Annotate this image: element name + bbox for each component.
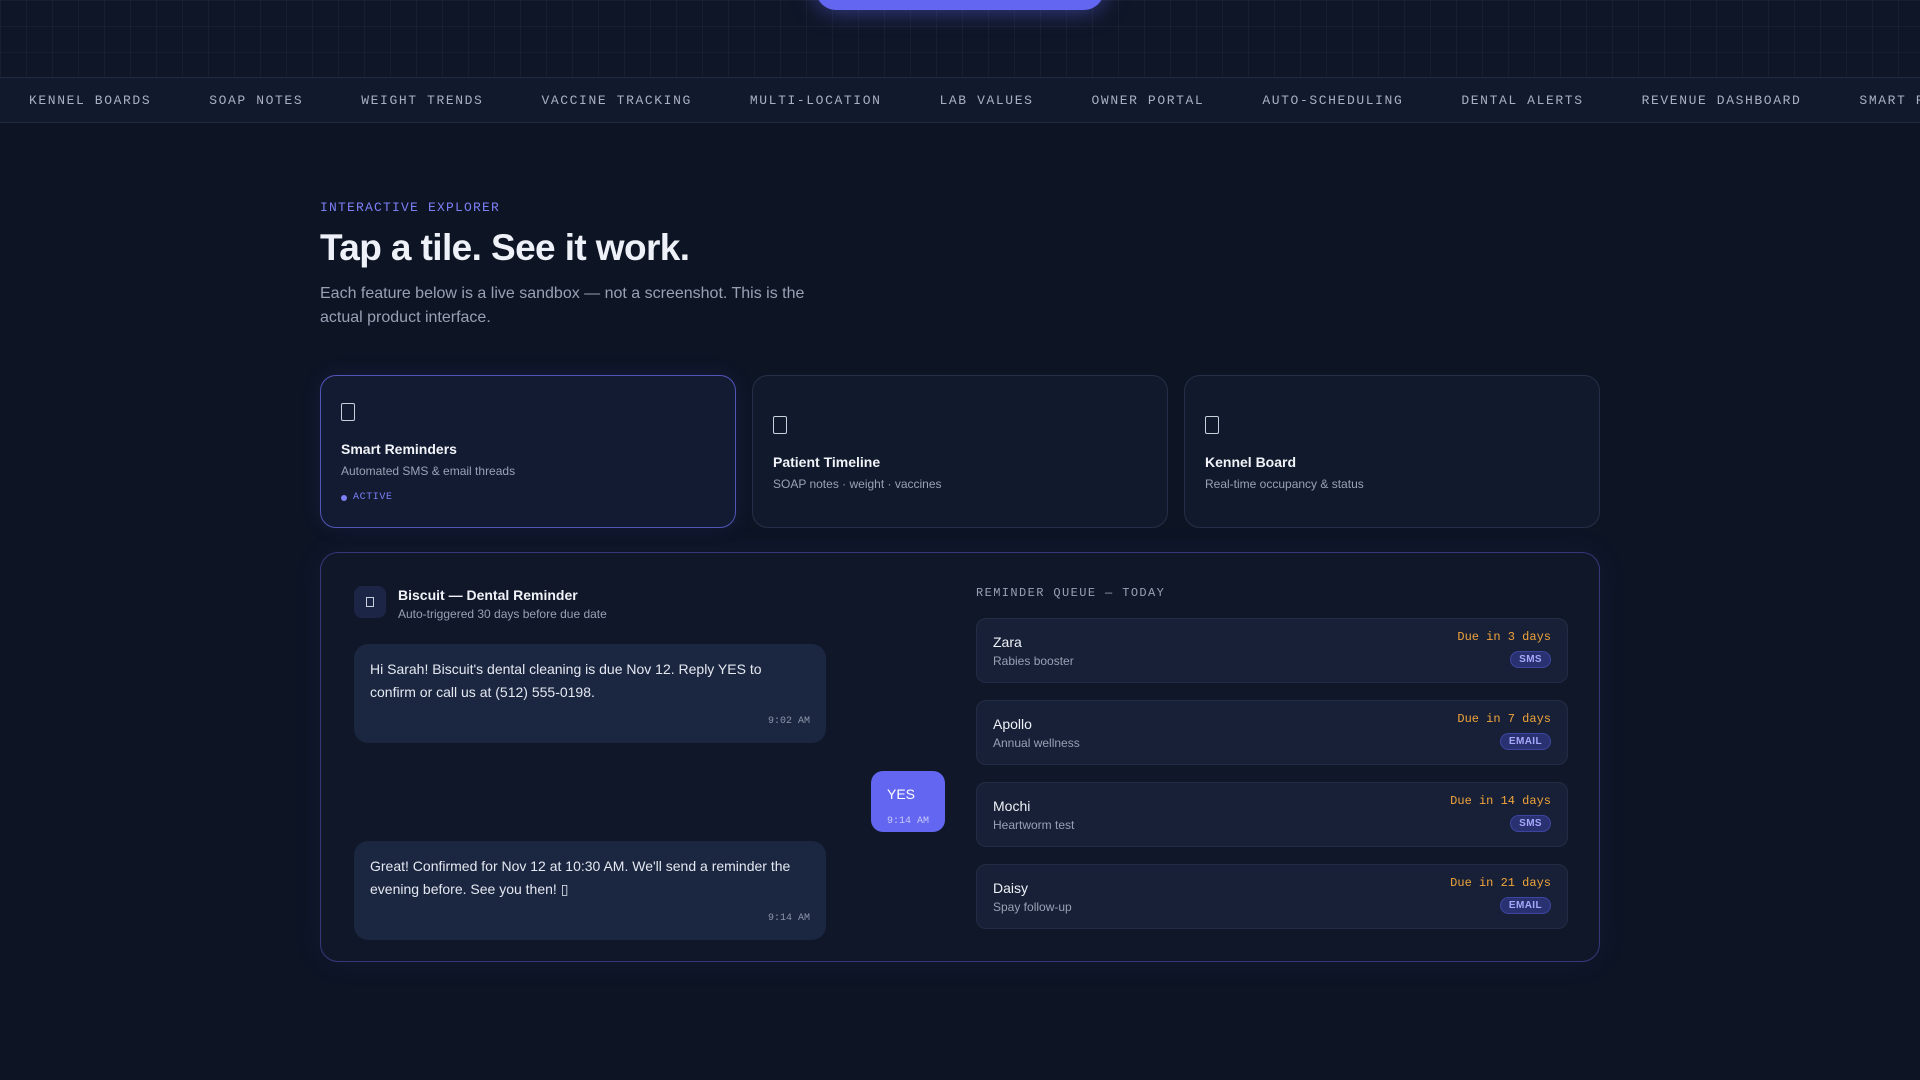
page-subtitle: Each feature below is a live sandbox — n… [320, 285, 805, 326]
message-bubble-owner: YES 9:14 AM [871, 771, 945, 832]
ticker-item: MULTI-LOCATION [749, 92, 882, 108]
tile-description: SOAP notes · weight · vaccines [773, 477, 942, 491]
ticker-item: DENTAL ALERTS [1461, 92, 1584, 108]
message-text: Hi Sarah! Biscuit's dental cleaning is d… [370, 661, 762, 700]
top-cta-button[interactable] [816, 0, 1104, 10]
due-label: Due in 21 days [1450, 876, 1551, 890]
tooth-icon [366, 597, 374, 607]
feature-tiles: Smart Reminders Automated SMS & email th… [320, 375, 1600, 528]
thread-subtitle: Auto-triggered 30 days before due date [398, 607, 607, 621]
due-label: Due in 14 days [1450, 794, 1551, 808]
list-item[interactable]: Daisy Spay follow-up Due in 21 days EMAI… [976, 864, 1568, 929]
reminder-queue: REMINDER QUEUE — TODAY Zara Rabies boost… [976, 586, 1568, 929]
list-item[interactable]: Mochi Heartworm test Due in 14 days SMS [976, 782, 1568, 847]
tile-description: Automated SMS & email threads [341, 464, 516, 478]
message-time: 9:14 AM [767, 913, 810, 924]
tile-kennel-board[interactable]: Kennel Board Real-time occupancy & statu… [1184, 375, 1600, 528]
ticker-item: AUTO-SCHEDULING [1262, 92, 1404, 108]
ticker-item: KENNEL BOARDS [29, 92, 152, 108]
message-thread: Biscuit — Dental Reminder Auto-triggered… [354, 586, 946, 940]
queue-title: REMINDER QUEUE — TODAY [976, 586, 1166, 600]
ticker-item: VACCINE TRACKING [541, 92, 692, 108]
tile-title: Patient Timeline [773, 454, 881, 470]
ticker-item: WEIGHT TRENDS [361, 92, 484, 108]
explorer-header: INTERACTIVE EXPLORER Tap a tile. See it … [320, 200, 1600, 330]
tile-smart-reminders[interactable]: Smart Reminders Automated SMS & email th… [320, 375, 736, 528]
message-time: 9:02 AM [767, 716, 810, 727]
sandbox-panel: Biscuit — Dental Reminder Auto-triggered… [320, 552, 1600, 962]
reminder-type: Annual wellness [993, 736, 1080, 750]
message-bubble-clinic: Hi Sarah! Biscuit's dental cleaning is d… [354, 644, 826, 743]
channel-badge: SMS [1510, 815, 1551, 832]
thread-title: Biscuit — Dental Reminder [398, 587, 578, 603]
channel-badge: EMAIL [1499, 733, 1551, 750]
ticker-item: SMART REMINDERS [1859, 92, 1920, 108]
clipboard-icon [773, 416, 787, 434]
avatar [354, 586, 386, 618]
reminder-type: Spay follow-up [993, 900, 1072, 914]
section-eyebrow: INTERACTIVE EXPLORER [320, 200, 501, 215]
tile-title: Smart Reminders [341, 441, 457, 457]
tile-description: Real-time occupancy & status [1205, 477, 1364, 491]
top-grid-backdrop [0, 0, 1920, 77]
tile-patient-timeline[interactable]: Patient Timeline SOAP notes · weight · v… [752, 375, 1168, 528]
due-label: Due in 7 days [1457, 712, 1551, 726]
status-label: ACTIVE [353, 492, 393, 503]
ticker-item: REVENUE DASHBOARD [1641, 92, 1802, 108]
queue-list: Zara Rabies booster Due in 3 days SMS Ap… [976, 618, 1568, 929]
status-dot-icon [341, 494, 347, 501]
status-badge: ACTIVE [341, 492, 715, 503]
kennel-icon [1205, 416, 1219, 434]
list-item[interactable]: Zara Rabies booster Due in 3 days SMS [976, 618, 1568, 683]
message-text: YES [887, 786, 916, 802]
bell-icon [341, 403, 355, 421]
message-time: 9:14 AM [887, 816, 930, 827]
channel-badge: SMS [1510, 651, 1551, 668]
tile-title: Kennel Board [1205, 454, 1297, 470]
message-bubble-clinic: Great! Confirmed for Nov 12 at 10:30 AM.… [354, 841, 826, 940]
thread-header: Biscuit — Dental Reminder Auto-triggered… [354, 586, 946, 621]
reminder-type: Rabies booster [993, 654, 1074, 668]
ticker-item: OWNER PORTAL [1091, 92, 1205, 108]
ticker-item: LAB VALUES [939, 92, 1034, 108]
page-title: Tap a tile. See it work. [320, 227, 690, 268]
feature-ticker: KENNEL BOARDS SOAP NOTES WEIGHT TRENDS V… [0, 77, 1920, 123]
list-item[interactable]: Apollo Annual wellness Due in 7 days EMA… [976, 700, 1568, 765]
due-label: Due in 3 days [1457, 630, 1551, 644]
message-text: Great! Confirmed for Nov 12 at 10:30 AM.… [370, 858, 791, 897]
channel-badge: EMAIL [1499, 897, 1551, 914]
ticker-item: SOAP NOTES [209, 92, 304, 108]
reminder-type: Heartworm test [993, 818, 1075, 832]
